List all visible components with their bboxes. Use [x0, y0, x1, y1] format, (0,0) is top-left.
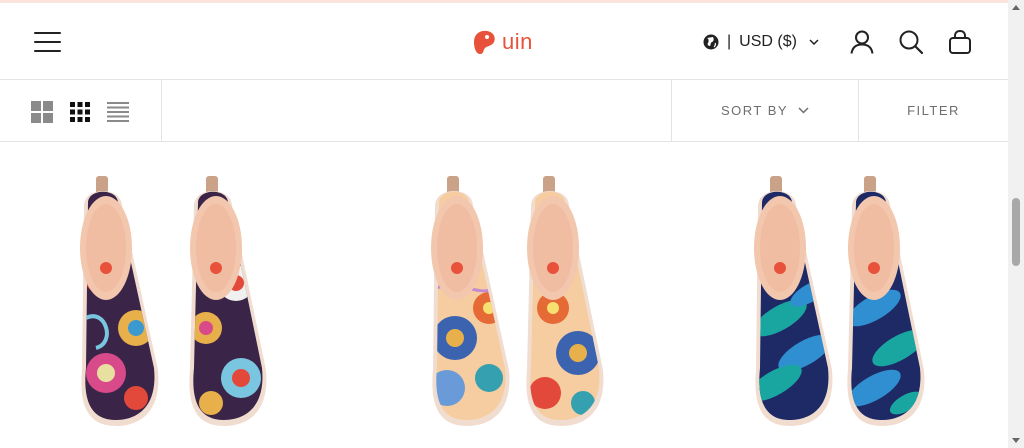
currency-selector[interactable]: | USD ($) [703, 31, 819, 53]
globe-icon [703, 34, 719, 50]
product-card[interactable] [26, 158, 326, 448]
collection-toolbar: SORT BY FILTER [0, 79, 1008, 142]
hamburger-menu-icon[interactable] [34, 32, 61, 52]
uin-logo-icon [474, 30, 495, 54]
shopping-bag-icon[interactable] [947, 29, 973, 55]
grid-2x2-icon[interactable] [31, 101, 53, 123]
scroll-up-arrow-icon[interactable] [1011, 3, 1021, 13]
product-image [431, 176, 604, 426]
page-scrollbar[interactable] [1008, 0, 1024, 448]
product-image [80, 176, 267, 426]
product-image [754, 176, 925, 426]
product-card[interactable] [355, 158, 655, 448]
search-icon[interactable] [898, 29, 924, 55]
scroll-down-arrow-icon[interactable] [1011, 435, 1021, 445]
list-icon[interactable] [107, 101, 129, 123]
grid-3x3-icon[interactable] [69, 101, 91, 123]
brand-logo[interactable]: uin [470, 27, 533, 57]
sort-by-label: SORT BY [720, 103, 789, 118]
product-card[interactable] [676, 158, 976, 448]
product-grid [0, 142, 1008, 448]
currency-separator: | [727, 33, 732, 50]
currency-label: USD ($) [739, 33, 797, 50]
filter-label: FILTER [907, 103, 960, 118]
brand-name: uin [502, 29, 533, 54]
layout-switcher [0, 80, 162, 141]
site-header: uin | USD ($) [0, 3, 1008, 79]
filter-button[interactable]: FILTER [859, 80, 1008, 141]
sort-by-button[interactable]: SORT BY [671, 80, 859, 141]
chevron-down-icon [809, 39, 819, 45]
chevron-down-icon [798, 107, 809, 114]
scrollbar-thumb[interactable] [1012, 198, 1020, 266]
user-icon[interactable] [849, 29, 875, 55]
